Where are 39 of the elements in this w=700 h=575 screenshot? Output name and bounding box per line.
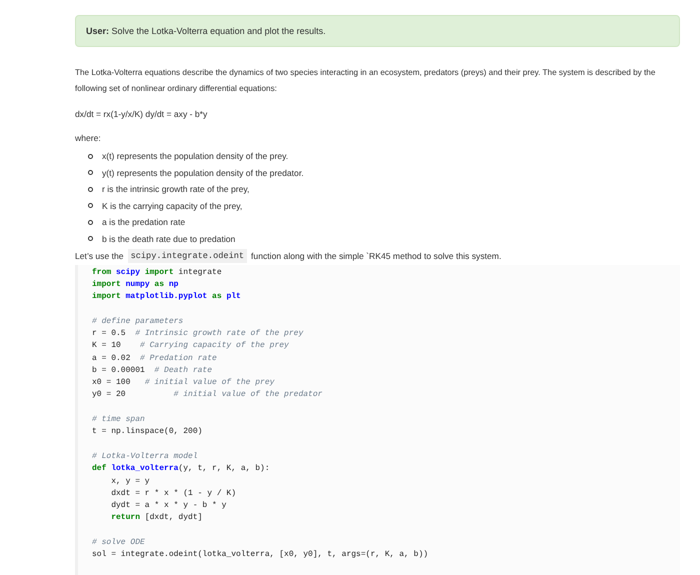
bullet-icon bbox=[88, 186, 93, 192]
list-item: b is the death rate due to predation bbox=[102, 232, 236, 246]
code-line: x0 = 100 # initial value of the prey bbox=[92, 377, 274, 390]
code-line: dydt = a * x * y - b * y bbox=[110, 500, 226, 512]
usage-text: Let’s use the bbox=[75, 250, 124, 262]
code-line: # define parameters bbox=[92, 316, 184, 328]
code-line: import numpy as np bbox=[92, 278, 178, 291]
list-item: r is the intrinsic growth rate of the prey, bbox=[102, 183, 250, 196]
code-line: K = 10 # Carrying capacity of the prey bbox=[92, 340, 289, 352]
bullet-icon bbox=[88, 236, 93, 241]
code-line: dxdt = r * x * (1 - y / K) bbox=[110, 488, 236, 500]
bullet-icon bbox=[88, 154, 93, 158]
list-item: x(t) represents the population density of the prey. bbox=[102, 150, 288, 163]
code-line: # Lotka-Volterra model bbox=[92, 450, 198, 463]
code-line: return [dxdt, dydt] bbox=[110, 512, 202, 524]
code-line: a = 0.02 # Predation rate bbox=[92, 352, 217, 365]
code-line: def lotka_volterra(y, t, r, K, a, b): bbox=[92, 463, 270, 476]
code-line: # solve ODE bbox=[92, 537, 145, 550]
bullet-icon bbox=[88, 170, 93, 175]
usage-text: function along with the simple `RK45 method to solve this system. bbox=[251, 250, 502, 262]
where-label: where: bbox=[75, 132, 102, 145]
code-line: t = np.linspace(0, 200) bbox=[92, 426, 202, 438]
bullet-icon bbox=[88, 203, 93, 208]
intro-paragraph: The Lotka-Volterra equations describe the dynamics of two species interacting in an ecosystem, predators (preys) and their prey. The system is described by the following set of nonlinear ordinary differential equations: bbox=[75, 67, 656, 95]
equation-text: dx/dt = rx(1-y/x/K) dy/dt = axy - b*y bbox=[75, 108, 208, 121]
prompt-banner: User: Solve the Lotka-Volterra equation and plot the results. bbox=[75, 15, 680, 47]
bullet-icon bbox=[88, 220, 93, 224]
code-line: # time span bbox=[92, 414, 145, 426]
code-line: r = 0.5 # Intrinsic growth rate of the prey bbox=[92, 328, 304, 340]
code-line: sol = integrate.odeint(lotka_volterra, [x0, y0], t, args=(r, K, a, b)) bbox=[92, 549, 428, 562]
code-line: y0 = 20 # initial value of the predator bbox=[92, 389, 322, 402]
code-line: from scipy import integrate bbox=[92, 266, 222, 278]
code-line: x, y = y bbox=[110, 476, 150, 488]
inline-code: scipy.integrate.odeint bbox=[128, 248, 248, 262]
list-item: a is the predation rate bbox=[102, 216, 186, 229]
list-item: K is the carrying capacity of the prey, bbox=[102, 200, 242, 212]
code-line: b = 0.00001 # Death rate bbox=[92, 364, 212, 377]
list-item: y(t) represents the population density of the predator. bbox=[102, 166, 304, 180]
code-line: import matplotlib.pyplot as plt bbox=[92, 291, 241, 304]
